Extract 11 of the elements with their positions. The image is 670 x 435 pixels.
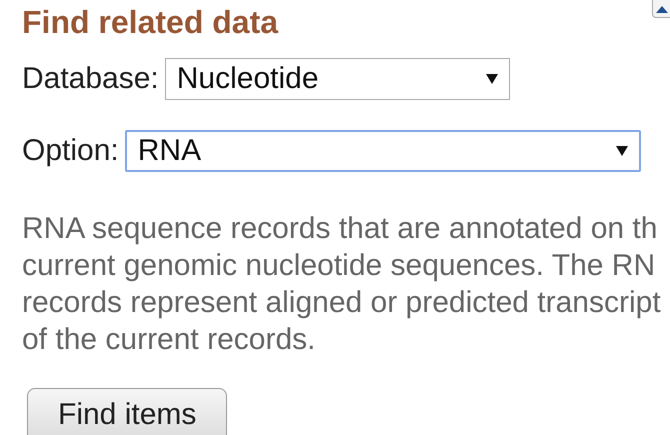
dropdown-arrow-icon (616, 144, 628, 156)
select-field[interactable]: Nucleotide (164, 58, 510, 100)
field-label: Database: (22, 61, 159, 97)
field-label: Option: (22, 133, 119, 169)
select-field[interactable]: RNA (124, 130, 641, 172)
scroll-up-button[interactable] (652, 0, 670, 18)
section-title: Find related data (22, 3, 278, 42)
dropdown-arrow-icon (486, 72, 498, 84)
up-arrow-icon (656, 4, 668, 12)
find-items-button[interactable]: Find items (27, 388, 227, 435)
description-text: RNA sequence records that are annotated on th current genomic nucleotide sequences. The RN records represent aligned or predicted transcript of the current records. (22, 211, 662, 358)
